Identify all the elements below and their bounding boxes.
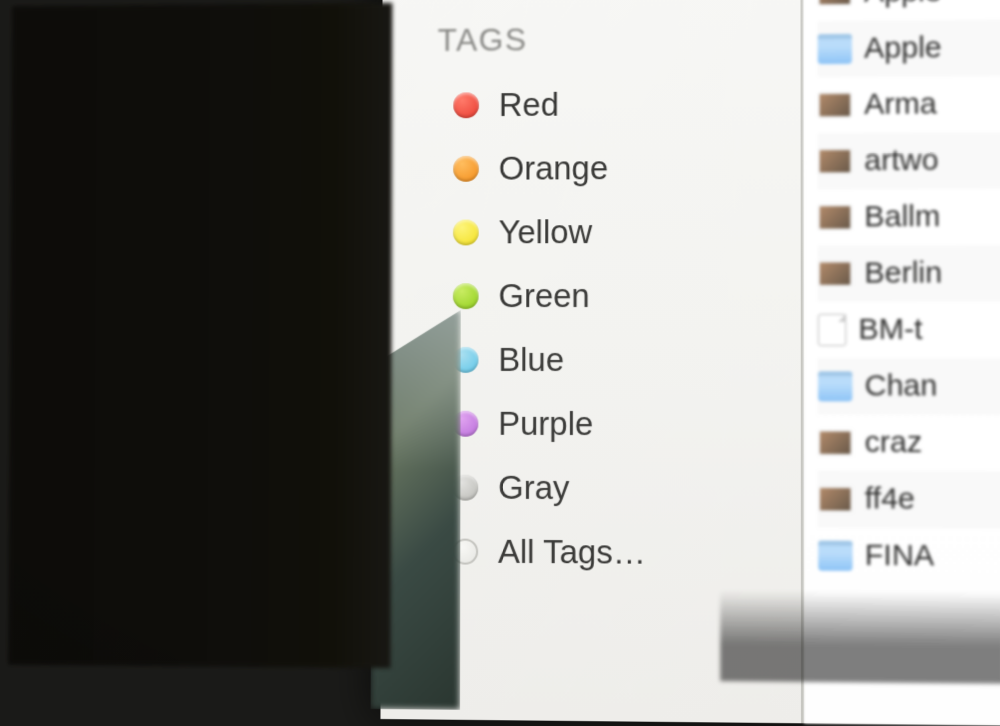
file-row[interactable]: craz — [818, 414, 1000, 471]
file-name: artwo — [864, 144, 938, 178]
file-name: ff4e — [865, 482, 915, 517]
image-file-icon — [818, 486, 852, 512]
file-name: FINA — [865, 539, 935, 574]
screen-bezel — [8, 3, 392, 668]
tag-label: All Tags… — [498, 533, 646, 572]
tag-item-yellow[interactable]: Yellow — [437, 201, 782, 266]
file-name: Chan — [865, 369, 938, 403]
tag-dot-icon — [453, 156, 479, 182]
file-row[interactable]: Apple — [818, 0, 1000, 21]
file-row[interactable]: BM-t — [818, 302, 1000, 359]
file-name: Arma — [864, 87, 937, 122]
tag-label: Purple — [498, 405, 593, 443]
tag-item-orange[interactable]: Orange — [437, 136, 782, 201]
image-file-icon — [818, 261, 852, 287]
file-row[interactable]: Ballm — [818, 188, 1000, 245]
image-file-icon — [818, 204, 852, 230]
folder-icon — [818, 371, 852, 401]
tag-item-blue[interactable]: Blue — [437, 329, 783, 393]
file-row[interactable]: artwo — [818, 132, 1000, 189]
image-file-icon — [818, 0, 852, 6]
image-file-icon — [818, 92, 852, 118]
file-name: Apple — [864, 0, 942, 10]
file-row[interactable]: FINA — [818, 527, 1000, 585]
folder-icon — [818, 34, 852, 64]
sidebar-section-tags: TAGS — [438, 19, 783, 58]
file-name: BM-t — [858, 313, 922, 347]
tag-label: Red — [499, 86, 559, 124]
file-row[interactable]: Chan — [818, 358, 1000, 415]
file-row[interactable]: Berlin — [818, 245, 1000, 302]
tag-label: Green — [498, 277, 589, 315]
sidebar-item-shared[interactable] — [438, 0, 783, 4]
tag-item-green[interactable]: Green — [437, 265, 783, 329]
tag-label: Gray — [498, 469, 569, 507]
file-row[interactable]: Arma — [818, 76, 1000, 134]
folder-icon — [818, 541, 852, 571]
tag-label: Blue — [498, 341, 564, 379]
tag-label: Orange — [499, 149, 609, 187]
tag-item-all-tags[interactable]: All Tags… — [436, 520, 782, 586]
tag-dot-icon — [453, 92, 479, 118]
file-row[interactable]: Apple — [818, 19, 1000, 77]
image-file-icon — [818, 430, 852, 456]
image-file-icon — [818, 148, 852, 174]
file-name: Apple — [864, 31, 942, 66]
tag-item-purple[interactable]: Purple — [437, 393, 783, 458]
tag-item-gray[interactable]: Gray — [436, 457, 782, 523]
file-name: craz — [865, 426, 923, 460]
file-name: Berlin — [864, 256, 942, 290]
tag-label: Yellow — [499, 213, 593, 251]
tag-item-red[interactable]: Red — [437, 72, 782, 138]
tag-dot-icon — [453, 283, 479, 309]
file-row[interactable]: ff4e — [818, 471, 1000, 529]
document-file-icon — [818, 314, 846, 346]
tag-dot-icon — [453, 220, 479, 246]
dock-partial — [720, 590, 1000, 683]
file-name: Ballm — [864, 200, 940, 234]
